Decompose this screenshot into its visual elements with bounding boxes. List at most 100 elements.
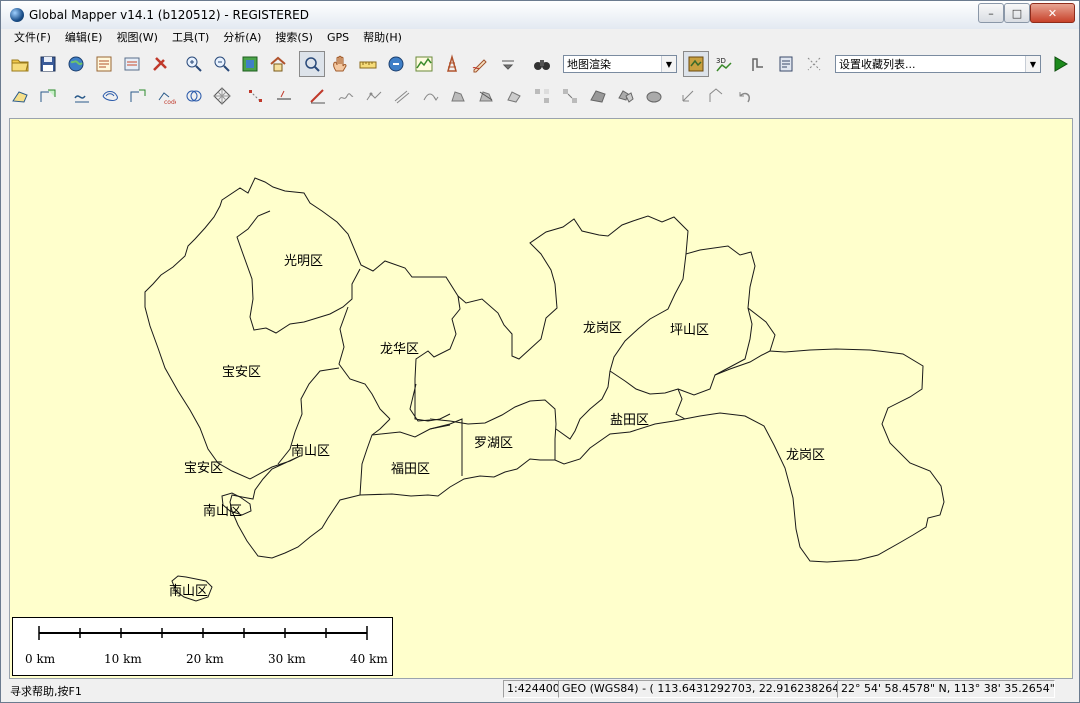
open-folder-icon[interactable] <box>7 51 33 77</box>
split-line-icon[interactable] <box>305 83 331 109</box>
menu-help[interactable]: 帮助(H) <box>356 29 409 47</box>
title-bar: Global Mapper v14.1 (b120512) - REGISTER… <box>1 1 1079 29</box>
smooth-line-icon[interactable] <box>333 83 359 109</box>
boundary-longhua-east <box>414 295 461 422</box>
dropdown-arrow-icon[interactable] <box>495 51 521 77</box>
label-pingshan: 坪山区 <box>670 323 710 338</box>
svg-text:3D: 3D <box>716 57 726 65</box>
chevron-down-icon: ▼ <box>1025 56 1040 72</box>
digitizer-toolbar: code <box>7 81 1079 111</box>
layer-render-icon[interactable] <box>683 51 709 77</box>
chevron-down-icon: ▼ <box>661 56 676 72</box>
full-view-icon[interactable] <box>237 51 263 77</box>
label-longgang-east: 龙岗区 <box>786 448 826 463</box>
3d-view-icon[interactable]: 3D <box>711 51 737 77</box>
reverse-line-icon[interactable] <box>417 83 443 109</box>
status-help: 寻求帮助,按F1 <box>10 685 82 698</box>
label-longgang-north: 龙岗区 <box>583 321 623 336</box>
scale-tick-10: 10 km <box>104 652 142 666</box>
crop-area-icon[interactable] <box>501 83 527 109</box>
boundary-pingshan-longgang <box>714 350 771 376</box>
merge-area-icon[interactable] <box>613 83 639 109</box>
view-shed-icon[interactable] <box>439 51 465 77</box>
overlay-list-icon[interactable] <box>119 51 145 77</box>
gps-vessel-icon[interactable] <box>745 51 771 77</box>
graticule-icon[interactable] <box>801 51 827 77</box>
print-icon[interactable] <box>773 51 799 77</box>
connect-vertices-icon[interactable] <box>557 83 583 109</box>
label-futian: 福田区 <box>391 462 431 477</box>
menu-bar: 文件(F) 编辑(E) 视图(W) 工具(T) 分析(A) 搜索(S) GPS … <box>1 29 1079 47</box>
path-profile-icon[interactable] <box>411 51 437 77</box>
create-line-icon[interactable] <box>35 83 61 109</box>
coordinate-code-icon[interactable]: code <box>153 83 179 109</box>
configure-tools-icon[interactable] <box>147 51 173 77</box>
status-coordinates: GEO (WGS84) - ( 113.6431292703, 22.91623… <box>558 680 838 698</box>
binoculars-search-icon[interactable] <box>529 51 555 77</box>
boundary-futian-luohu <box>429 418 463 476</box>
main-toolbar: 地图渲染 ▼ 3D 设置收藏列表... ▼ <box>7 49 1079 79</box>
pan-hand-icon[interactable] <box>327 51 353 77</box>
buffer-icon[interactable] <box>125 83 151 109</box>
union-area-icon[interactable] <box>641 83 667 109</box>
home-icon[interactable] <box>265 51 291 77</box>
boundary-pingshan <box>609 253 687 372</box>
scale-tick-30: 30 km <box>268 652 306 666</box>
menu-analysis[interactable]: 分析(A) <box>216 29 268 47</box>
menu-file[interactable]: 文件(F) <box>1 29 58 47</box>
boundary-luohu-yantian <box>555 370 611 440</box>
save-icon[interactable] <box>35 51 61 77</box>
create-area-icon[interactable] <box>7 83 33 109</box>
label-nanshan-island-2: 南山区 <box>169 584 209 599</box>
online-data-globe-icon[interactable] <box>63 51 89 77</box>
minimize-button[interactable]: – <box>978 3 1004 23</box>
scale-bar: 0 km 10 km 20 km 30 km 40 km <box>12 617 393 676</box>
zoom-tool-icon[interactable] <box>299 51 325 77</box>
boundary-longhua-south <box>409 383 431 422</box>
zoom-out-icon[interactable] <box>209 51 235 77</box>
label-yantian: 盐田区 <box>610 413 650 428</box>
zoom-in-icon[interactable] <box>181 51 207 77</box>
close-button[interactable]: ✕ <box>1030 3 1075 23</box>
menu-view[interactable]: 视图(W) <box>109 29 164 47</box>
favorites-value: 设置收藏列表... <box>839 58 916 71</box>
create-stream-icon[interactable] <box>69 83 95 109</box>
window-title: Global Mapper v14.1 (b120512) - REGISTER… <box>29 8 309 22</box>
rotate-feature-icon[interactable] <box>675 83 701 109</box>
favorites-select[interactable]: 设置收藏列表... ▼ <box>835 55 1041 73</box>
undo-feature-icon[interactable] <box>731 83 757 109</box>
play-icon[interactable] <box>1047 51 1073 77</box>
fill-area-icon[interactable] <box>585 83 611 109</box>
label-luohu: 罗湖区 <box>474 436 514 451</box>
render-mode-select[interactable]: 地图渲染 ▼ <box>563 55 677 73</box>
maximize-button[interactable]: □ <box>1004 3 1030 23</box>
menu-search[interactable]: 搜索(S) <box>268 29 320 47</box>
area-from-lines-icon[interactable] <box>445 83 471 109</box>
control-center-icon[interactable] <box>91 51 117 77</box>
scale-feature-icon[interactable] <box>703 83 729 109</box>
cut-area-icon[interactable] <box>473 83 499 109</box>
menu-gps[interactable]: GPS <box>320 29 356 47</box>
offset-line-icon[interactable] <box>389 83 415 109</box>
svg-text:code: code <box>164 99 176 106</box>
feature-info-icon[interactable] <box>383 51 409 77</box>
insert-vertex-icon[interactable] <box>271 83 297 109</box>
status-scale: 1:424400 <box>503 680 559 698</box>
scale-tick-40: 40 km <box>350 652 388 666</box>
status-bar: 寻求帮助,按F1 1:424400 GEO (WGS84) - ( 113.64… <box>1 679 1079 701</box>
label-nanshan-island-1: 南山区 <box>203 504 243 519</box>
join-features-icon[interactable] <box>181 83 207 109</box>
menu-edit[interactable]: 编辑(E) <box>58 29 110 47</box>
create-contour-icon[interactable] <box>97 83 123 109</box>
label-guangming: 光明区 <box>284 254 324 269</box>
vertices-icon[interactable] <box>529 83 555 109</box>
move-vertex-icon[interactable] <box>243 83 269 109</box>
app-window: Global Mapper v14.1 (b120512) - REGISTER… <box>0 0 1080 703</box>
map-view[interactable]: 光明区 宝安区 龙华区 龙岗区 坪山区 南山区 宝安区 福田区 罗湖区 盐田区 … <box>9 118 1073 679</box>
grid-create-icon[interactable] <box>209 83 235 109</box>
simplify-icon[interactable] <box>361 83 387 109</box>
outer-boundary <box>144 177 945 563</box>
measure-icon[interactable] <box>355 51 381 77</box>
menu-tools[interactable]: 工具(T) <box>165 29 216 47</box>
digitizer-icon[interactable] <box>467 51 493 77</box>
